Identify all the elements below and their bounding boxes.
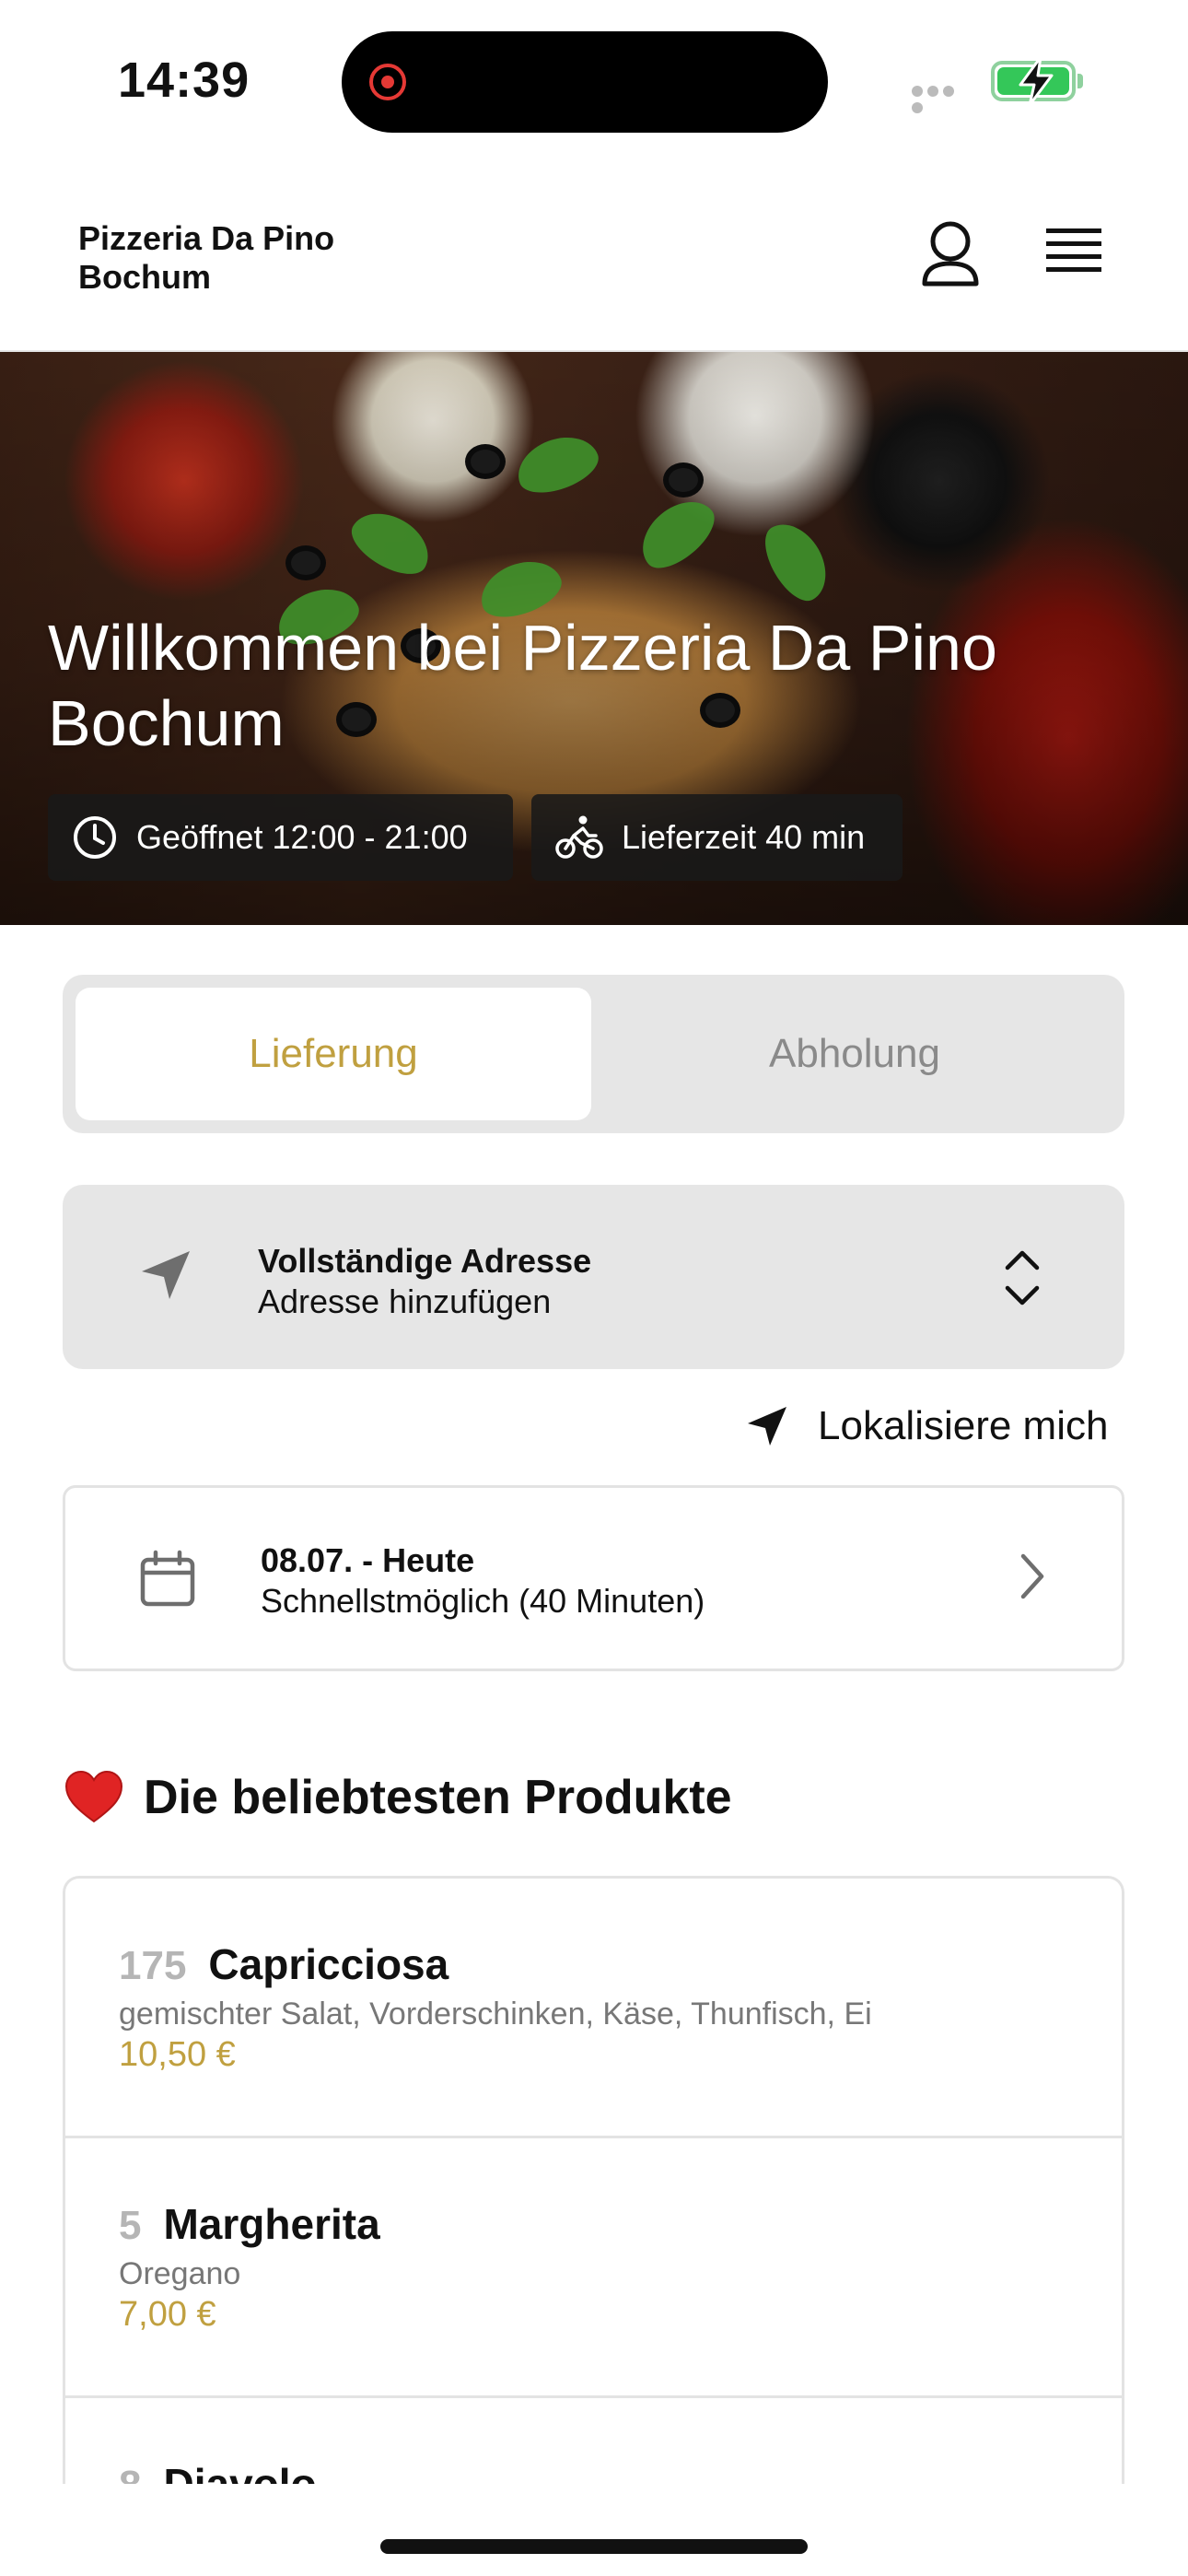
product-number: 5 bbox=[119, 2203, 142, 2248]
status-time: 14:39 bbox=[118, 53, 250, 108]
product-price: 7,00 € bbox=[119, 2295, 216, 2334]
popular-products-heading: Die beliebtesten Produkte bbox=[64, 1767, 732, 1828]
delivery-time-text: Lieferzeit 40 min bbox=[622, 818, 866, 856]
user-icon bbox=[922, 221, 979, 287]
schedule-date: 08.07. - Heute bbox=[261, 1541, 475, 1579]
calendar-icon bbox=[140, 1550, 195, 1607]
product-name: Capricciosa bbox=[208, 1940, 449, 1988]
product-number: 8 bbox=[119, 2463, 141, 2484]
chevron-up-down-icon bbox=[1005, 1250, 1040, 1306]
dynamic-island bbox=[342, 31, 828, 133]
product-name: Margherita bbox=[163, 2200, 380, 2248]
list-item[interactable]: 175 Capricciosa gemischter Salat, Vorder… bbox=[65, 1879, 1122, 2138]
schedule-selector[interactable]: 08.07. - Heute Schnellstmöglich (40 Minu… bbox=[63, 1485, 1124, 1671]
status-bar: 14:39 bbox=[0, 0, 1188, 157]
recording-icon bbox=[369, 64, 406, 100]
tab-pickup[interactable]: Abholung bbox=[597, 988, 1112, 1120]
product-name: Diavolo bbox=[163, 2460, 317, 2484]
product-description: Oregano bbox=[119, 2256, 241, 2291]
opening-hours-badge: Geöffnet 12:00 - 21:00 bbox=[48, 794, 513, 881]
menu-button[interactable] bbox=[1037, 221, 1111, 286]
app-header: Pizzeria Da Pino Bochum bbox=[0, 157, 1188, 352]
bicycle-icon bbox=[555, 815, 603, 859]
hero-banner: Willkommen bei Pizzeria Da Pino Bochum G… bbox=[0, 352, 1188, 925]
list-item[interactable]: 5 Margherita Oregano 7,00 € bbox=[65, 2138, 1122, 2398]
opening-hours-text: Geöffnet 12:00 - 21:00 bbox=[136, 818, 468, 856]
brand-name[interactable]: Pizzeria Da Pino Bochum bbox=[78, 219, 465, 297]
popular-products-list: 175 Capricciosa gemischter Salat, Vorder… bbox=[63, 1876, 1124, 2484]
location-arrow-icon bbox=[142, 1251, 190, 1299]
chevron-right-icon bbox=[1020, 1553, 1044, 1599]
locate-me-label: Lokalisiere mich bbox=[818, 1403, 1109, 1448]
product-number: 175 bbox=[119, 1943, 187, 1988]
address-title: Vollständige Adresse bbox=[258, 1242, 592, 1280]
tab-delivery[interactable]: Lieferung bbox=[76, 988, 591, 1120]
address-selector[interactable]: Vollständige Adresse Adresse hinzufügen bbox=[63, 1185, 1124, 1369]
signal-icon bbox=[912, 85, 973, 113]
hero-title: Willkommen bei Pizzeria Da Pino Bochum bbox=[48, 612, 997, 759]
charging-icon bbox=[1019, 55, 1054, 107]
locate-me-button[interactable]: Lokalisiere mich bbox=[744, 1399, 1108, 1454]
app-screen: 14:39 Pizzeria Da Pino Bochum Willkommen… bbox=[0, 0, 1188, 2576]
order-mode-toggle: Lieferung Abholung bbox=[63, 975, 1124, 1133]
schedule-time: Schnellstmöglich (40 Minuten) bbox=[261, 1582, 705, 1620]
product-price: 10,50 € bbox=[119, 2035, 236, 2074]
list-item[interactable]: 8 Diavolo bbox=[65, 2398, 1122, 2484]
product-description: gemischter Salat, Vorderschinken, Käse, … bbox=[119, 1996, 872, 2032]
hamburger-icon bbox=[1046, 228, 1101, 272]
section-title-text: Die beliebtesten Produkte bbox=[144, 1771, 732, 1824]
account-button[interactable] bbox=[914, 217, 987, 291]
home-indicator[interactable] bbox=[380, 2539, 808, 2554]
delivery-time-badge: Lieferzeit 40 min bbox=[531, 794, 903, 881]
heart-icon bbox=[64, 1770, 123, 1823]
navigation-arrow-icon bbox=[748, 1407, 786, 1446]
address-subtitle: Adresse hinzufügen bbox=[258, 1282, 552, 1320]
clock-icon bbox=[74, 816, 116, 859]
